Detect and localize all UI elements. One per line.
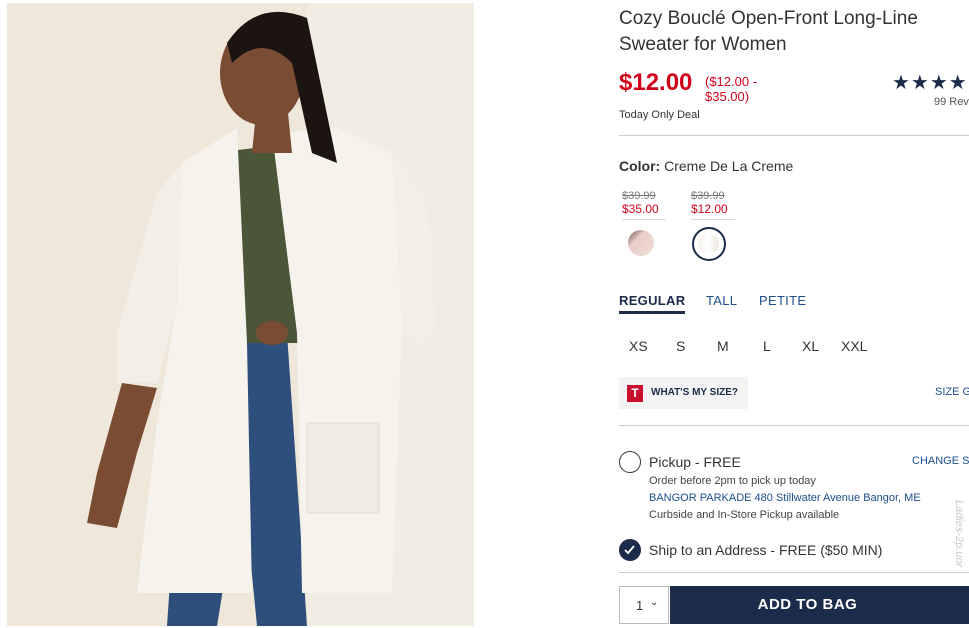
price-range: ($12.00 - $35.00) bbox=[705, 74, 758, 104]
checkmark-icon bbox=[624, 545, 635, 555]
divider bbox=[622, 219, 666, 220]
color-value: Creme De La Creme bbox=[664, 158, 794, 174]
swatch-sale-price: $35.00 bbox=[622, 202, 659, 216]
add-to-bag-button[interactable]: ADD TO BAG bbox=[670, 586, 969, 624]
quantity-value: 1 bbox=[636, 598, 644, 613]
swatch-blush[interactable] bbox=[628, 230, 654, 256]
product-image[interactable] bbox=[7, 3, 474, 626]
tab-regular[interactable]: REGULAR bbox=[619, 293, 686, 314]
ship-radio-checked[interactable] bbox=[619, 539, 641, 561]
tab-petite[interactable]: PETITE bbox=[759, 293, 806, 308]
divider bbox=[619, 135, 969, 136]
divider bbox=[619, 572, 969, 573]
review-count-link[interactable]: 99 Rev bbox=[934, 96, 969, 108]
color-label: Color: Creme De La Creme bbox=[619, 158, 793, 174]
deal-label: Today Only Deal bbox=[619, 109, 700, 121]
size-badge-icon: T bbox=[627, 385, 643, 402]
swatch-creme-selected[interactable] bbox=[692, 227, 726, 261]
ship-label: Ship to an Address - FREE ($50 MIN) bbox=[649, 542, 883, 558]
color-heading: Color: bbox=[619, 158, 661, 174]
pickup-note: Order before 2pm to pick up today bbox=[649, 475, 816, 487]
size-l[interactable]: L bbox=[763, 338, 771, 354]
tab-tall[interactable]: TALL bbox=[706, 293, 737, 308]
whats-my-size-label: WHAT'S MY SIZE? bbox=[651, 387, 739, 398]
store-address-link[interactable]: BANGOR PARKADE 480 Stillwater Avenue Ban… bbox=[649, 492, 921, 504]
divider bbox=[691, 219, 735, 220]
product-photo-illustration bbox=[7, 3, 474, 626]
product-title: Cozy Bouclé Open-Front Long-Line Sweater… bbox=[619, 8, 918, 55]
quantity-select[interactable]: 1 ⌄ bbox=[619, 586, 669, 624]
pickup-radio[interactable] bbox=[619, 451, 641, 473]
divider bbox=[619, 425, 969, 426]
rating-stars-icon[interactable]: ★★★★ bbox=[892, 70, 968, 95]
sale-price: $12.00 bbox=[619, 69, 693, 96]
size-xxl[interactable]: XXL bbox=[841, 338, 867, 354]
change-store-link[interactable]: CHANGE S bbox=[912, 455, 969, 467]
product-info-panel: Cozy Bouclé Open-Front Long-Line Sweater… bbox=[619, 0, 969, 628]
whats-my-size-button[interactable]: T WHAT'S MY SIZE? bbox=[619, 377, 748, 409]
watermark-text: Ladies-2p.uor bbox=[953, 500, 965, 568]
size-xl[interactable]: XL bbox=[802, 338, 819, 354]
curbside-note: Curbside and In-Store Pickup available bbox=[649, 509, 840, 521]
swatch-price-blush: $39.99 $35.00 bbox=[622, 190, 668, 220]
swatch-price-creme: $39.99 $12.00 bbox=[691, 190, 737, 220]
pickup-label: Pickup - FREE bbox=[649, 454, 741, 470]
size-s[interactable]: S bbox=[676, 338, 685, 354]
swatch-sale-price: $12.00 bbox=[691, 202, 728, 216]
size-guide-link[interactable]: SIZE G bbox=[935, 386, 969, 398]
size-xs[interactable]: XS bbox=[629, 338, 648, 354]
chevron-down-icon: ⌄ bbox=[650, 597, 659, 608]
size-m[interactable]: M bbox=[717, 338, 729, 354]
